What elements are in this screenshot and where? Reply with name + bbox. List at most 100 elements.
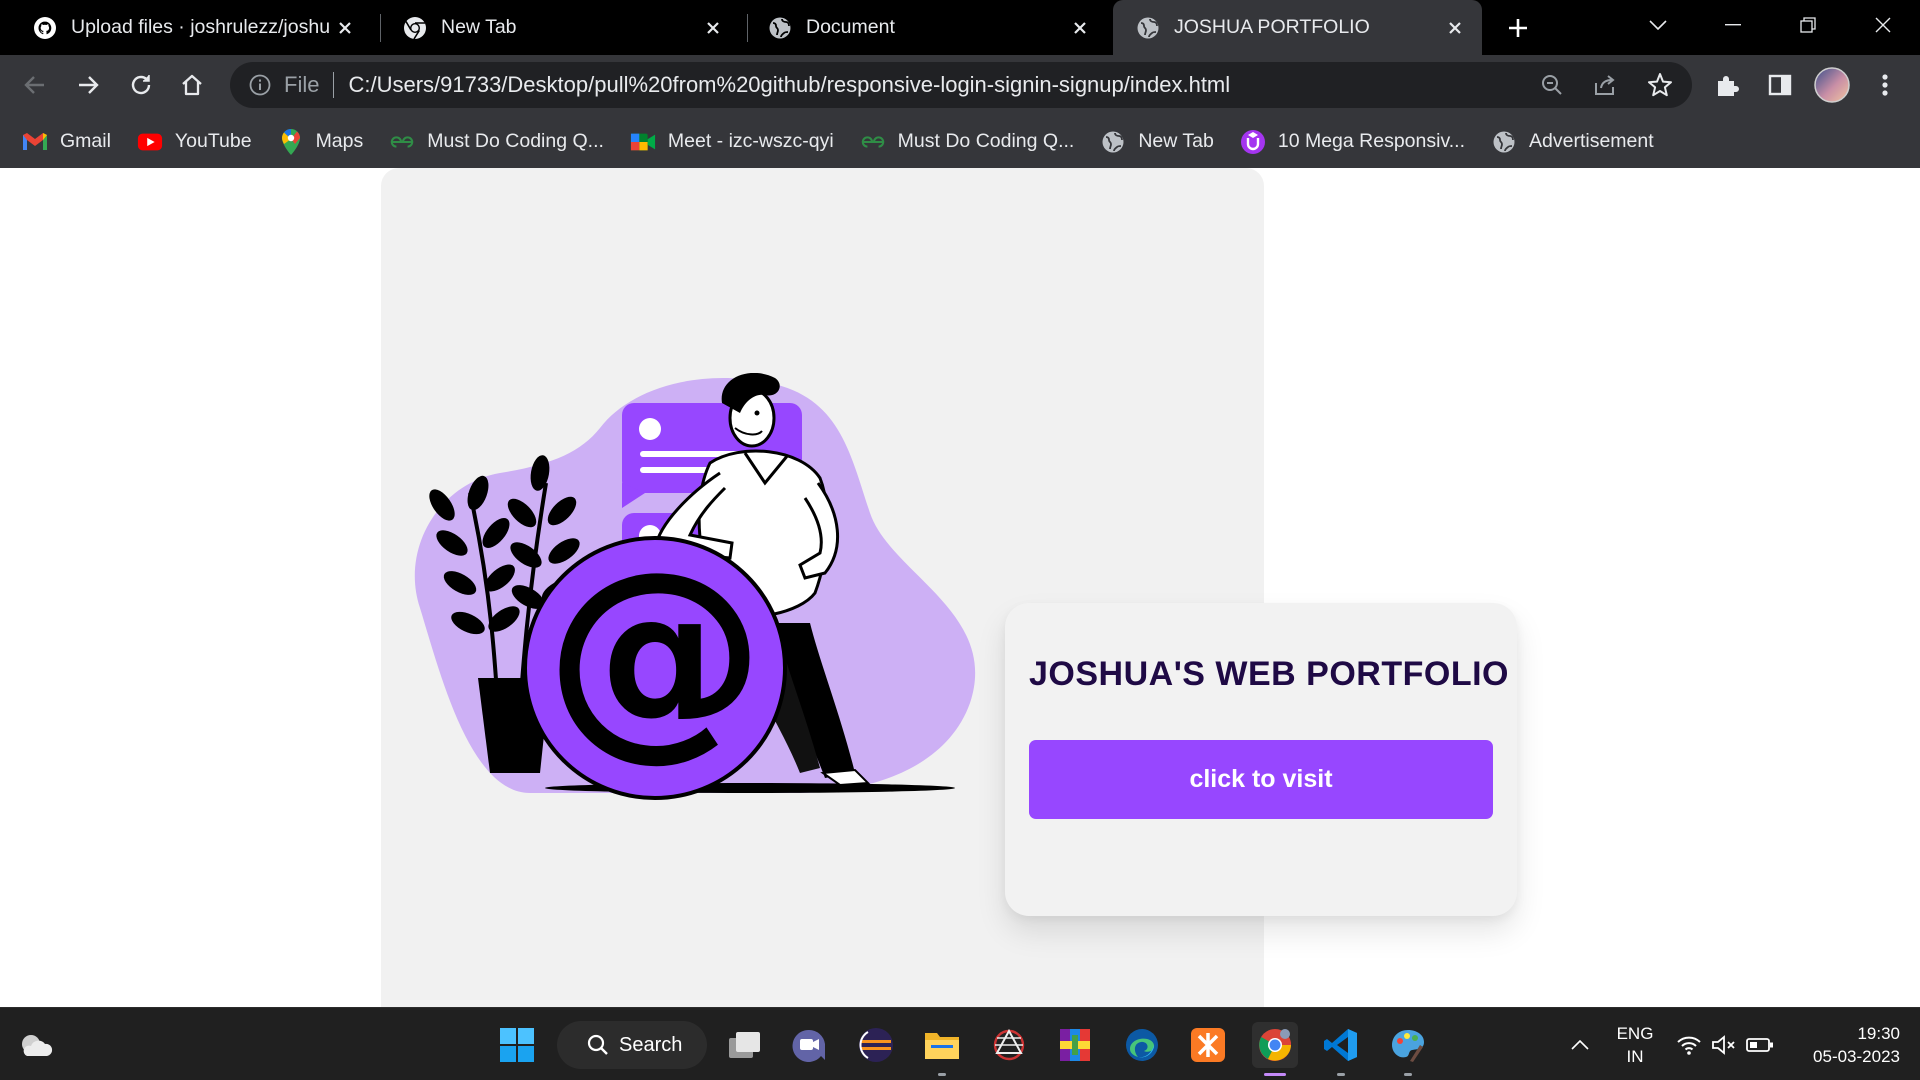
tab-joshua-portfolio[interactable]: JOSHUA PORTFOLIO (1113, 0, 1482, 55)
taskbar-search[interactable]: Search (557, 1021, 707, 1069)
chrome-menu-icon[interactable] (1865, 65, 1905, 105)
bookmark-label: Maps (315, 130, 364, 152)
address-bar[interactable]: File C:/Users/91733/Desktop/pull%20from%… (230, 62, 1692, 108)
close-icon[interactable] (1440, 13, 1470, 43)
tab-title: Document (806, 16, 895, 38)
windows-start-icon[interactable] (494, 1022, 540, 1068)
github-icon (32, 15, 57, 40)
tab-document[interactable]: Document (735, 0, 1107, 55)
running-indicator (1337, 1073, 1345, 1076)
gmail-icon (22, 129, 48, 155)
running-indicator (938, 1073, 946, 1076)
clock-time: 19:30 (1857, 1024, 1900, 1043)
chrome-taskbar-icon[interactable] (1252, 1022, 1298, 1076)
new-tab-button[interactable] (1502, 12, 1534, 44)
bookmark-label: New Tab (1138, 130, 1214, 152)
close-window-button[interactable] (1853, 0, 1913, 50)
edge-icon[interactable] (1119, 1022, 1165, 1068)
close-icon[interactable] (698, 13, 728, 43)
tab-strip: Upload files · joshrulezz/joshua New Tab… (0, 0, 1920, 55)
bookmark-youtube[interactable]: YouTube (137, 129, 252, 155)
restore-button[interactable] (1778, 0, 1838, 50)
windows-taskbar: Search ENG IN 19:30 05-03-2023 (0, 1007, 1920, 1080)
bookmark-label: Gmail (60, 130, 111, 152)
home-button[interactable] (172, 65, 212, 105)
bookmark-label: Must Do Coding Q... (897, 130, 1075, 152)
network-app-icon[interactable] (986, 1022, 1032, 1068)
browser-toolbar: File C:/Users/91733/Desktop/pull%20from%… (0, 55, 1920, 115)
extensions-icon[interactable] (1707, 65, 1747, 105)
maps-icon (278, 128, 304, 155)
bookmark-must-do-coding-1[interactable]: Must Do Coding Q... (389, 129, 604, 155)
zoom-icon[interactable] (1534, 70, 1570, 100)
card-title: JOSHUA'S WEB PORTFOLIO (1029, 655, 1509, 693)
bookmark-label: 10 Mega Responsiv... (1277, 130, 1465, 152)
winrar-icon[interactable] (1052, 1022, 1098, 1068)
bookmark-mega-responsive[interactable]: 10 Mega Responsiv... (1240, 129, 1465, 155)
email-person-illustration: @ (414, 373, 976, 800)
at-sign-glyph: @ (545, 524, 765, 780)
bookmark-label: Must Do Coding Q... (427, 130, 604, 152)
search-label: Search (619, 1033, 683, 1056)
file-explorer-icon[interactable] (919, 1022, 965, 1076)
reload-button[interactable] (121, 65, 161, 105)
meet-icon (630, 129, 656, 155)
active-indicator (1264, 1073, 1286, 1076)
paint-icon[interactable] (1385, 1022, 1431, 1076)
purple-u-icon (1240, 129, 1266, 155)
globe-icon (1491, 129, 1517, 155)
close-icon[interactable] (1065, 13, 1095, 43)
back-button[interactable] (15, 65, 55, 105)
gfg-icon (389, 129, 415, 155)
battery-icon[interactable] (1737, 1022, 1783, 1068)
chrome-icon (402, 15, 427, 40)
language-indicator[interactable]: ENG IN (1610, 1022, 1660, 1068)
globe-icon (767, 15, 792, 40)
globe-icon (1100, 129, 1126, 155)
bookmarks-bar: Gmail YouTube Maps Must Do Coding Q... M… (0, 115, 1920, 168)
minimize-button[interactable] (1703, 0, 1763, 50)
bookmark-star-icon[interactable] (1642, 70, 1678, 100)
portfolio-card: JOSHUA'S WEB PORTFOLIO click to visit (1005, 603, 1517, 916)
bookmark-must-do-coding-2[interactable]: Must Do Coding Q... (860, 129, 1075, 155)
share-icon[interactable] (1588, 70, 1624, 100)
url-text[interactable]: C:/Users/91733/Desktop/pull%20from%20git… (348, 72, 1230, 98)
xampp-icon[interactable] (1185, 1022, 1231, 1068)
clock-date: 05-03-2023 (1813, 1047, 1900, 1066)
profile-avatar[interactable] (1812, 65, 1852, 105)
tray-overflow-chevron-icon[interactable] (1557, 1022, 1603, 1068)
side-panel-icon[interactable] (1760, 65, 1800, 105)
bookmark-meet[interactable]: Meet - izc-wszc-qyi (630, 129, 834, 155)
info-icon[interactable] (248, 73, 272, 97)
bookmark-advertisement[interactable]: Advertisement (1491, 129, 1654, 155)
system-clock[interactable]: 19:30 05-03-2023 (1790, 1022, 1900, 1068)
visit-button[interactable]: click to visit (1029, 740, 1493, 819)
search-icon (587, 1034, 609, 1056)
globe-icon (1135, 15, 1160, 40)
url-divider (333, 72, 335, 98)
omnibox-actions (1534, 70, 1678, 100)
forward-button[interactable] (68, 65, 108, 105)
tab-title: New Tab (441, 16, 517, 38)
tab-title: Upload files · joshrulezz/joshua (71, 16, 330, 38)
tab-search-chevron-icon[interactable] (1628, 0, 1688, 50)
bookmark-maps[interactable]: Maps (278, 128, 364, 155)
page-viewport: @ JOSHUA'S WEB PORTFOLIO click to visit (0, 168, 1920, 1007)
bookmark-label: Meet - izc-wszc-qyi (667, 130, 834, 152)
eclipse-icon[interactable] (853, 1022, 899, 1068)
tab-upload-files[interactable]: Upload files · joshrulezz/joshua (0, 0, 372, 55)
bookmark-label: Advertisement (1529, 130, 1654, 152)
task-view-icon[interactable] (722, 1022, 768, 1068)
close-icon[interactable] (330, 13, 360, 43)
bookmark-gmail[interactable]: Gmail (22, 129, 111, 155)
teams-chat-icon[interactable] (786, 1022, 832, 1068)
youtube-icon (137, 129, 163, 155)
vscode-icon[interactable] (1318, 1022, 1364, 1076)
running-indicator (1404, 1073, 1412, 1076)
bookmark-new-tab[interactable]: New Tab (1100, 129, 1214, 155)
gfg-icon (860, 129, 886, 155)
tab-new-tab[interactable]: New Tab (370, 0, 740, 55)
language-line-2: IN (1626, 1047, 1644, 1066)
tab-title: JOSHUA PORTFOLIO (1174, 16, 1370, 38)
weather-widget-icon[interactable] (12, 1022, 58, 1068)
